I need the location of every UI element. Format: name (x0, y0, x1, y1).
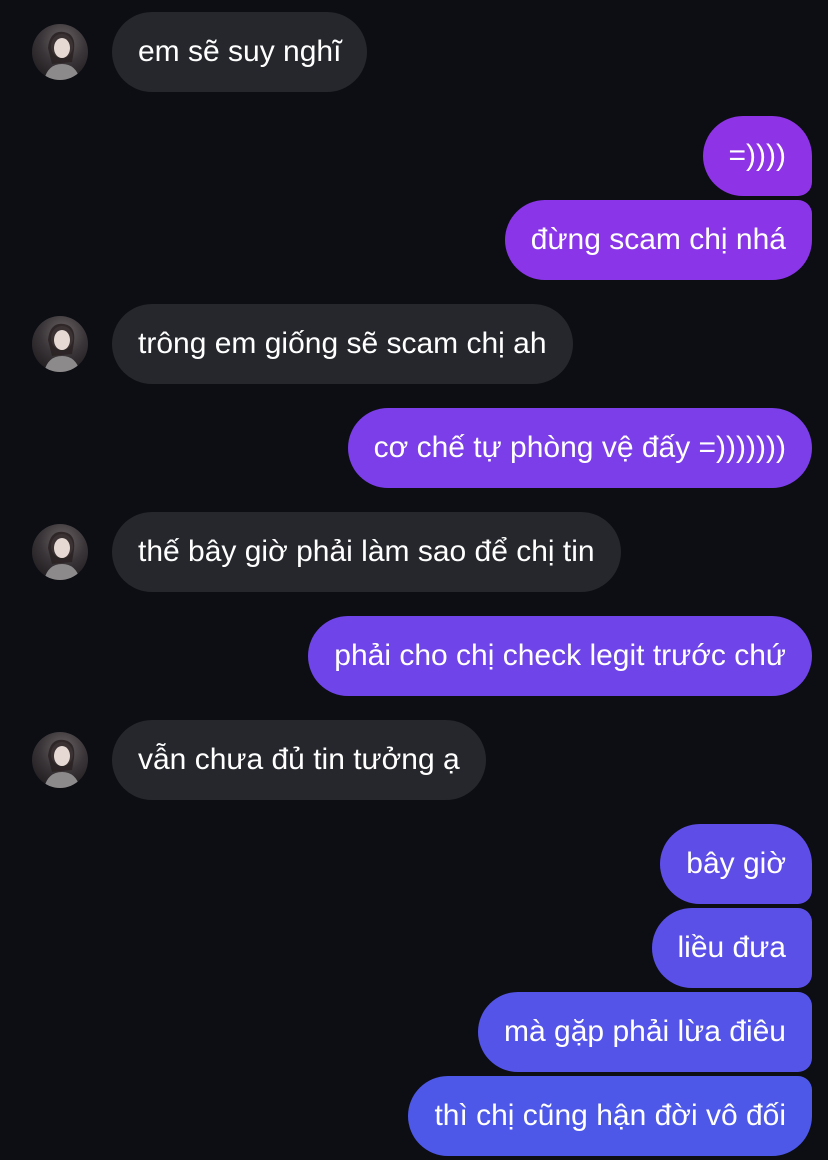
message-bubble-outgoing[interactable]: bây giờ (660, 824, 812, 904)
message-row-outgoing: thì chị cũng hận đời vô đối (0, 1076, 828, 1156)
message-row-outgoing: đừng scam chị nhá (0, 200, 828, 280)
avatar-icon (44, 323, 80, 372)
message-bubble-outgoing[interactable]: liều đưa (651, 908, 812, 988)
message-row-incoming: thế bây giờ phải làm sao để chị tin (0, 512, 828, 592)
message-bubble-outgoing[interactable]: đừng scam chị nhá (504, 200, 812, 280)
message-bubble-incoming[interactable]: vẫn chưa đủ tin tưởng ạ (112, 720, 486, 800)
message-row-outgoing: =)))) (0, 116, 828, 196)
avatar-icon (44, 31, 80, 80)
message-bubble-incoming[interactable]: em sẽ suy nghĩ (112, 12, 368, 92)
message-row-outgoing: bây giờ (0, 824, 828, 904)
contact-avatar[interactable] (32, 524, 88, 580)
message-row-incoming: vẫn chưa đủ tin tưởng ạ (0, 720, 828, 800)
message-row-outgoing: liều đưa (0, 908, 828, 988)
message-row-incoming: em sẽ suy nghĩ (0, 12, 828, 92)
message-row-incoming: trông em giống sẽ scam chị ah (0, 304, 828, 384)
message-bubble-outgoing[interactable]: phải cho chị check legit trước chứ (308, 616, 812, 696)
contact-avatar[interactable] (32, 24, 88, 80)
message-row-outgoing: mà gặp phải lừa điêu (0, 992, 828, 1072)
message-bubble-incoming[interactable]: thế bây giờ phải làm sao để chị tin (112, 512, 621, 592)
contact-avatar[interactable] (32, 316, 88, 372)
message-row-outgoing: cơ chế tự phòng vệ đấy =))))))) (0, 408, 828, 488)
chat-thread[interactable]: em sẽ suy nghĩ =)))) đừng scam chị nhá t… (0, 0, 828, 1160)
contact-avatar[interactable] (32, 732, 88, 788)
message-bubble-outgoing[interactable]: cơ chế tự phòng vệ đấy =))))))) (347, 408, 812, 488)
avatar-icon (44, 739, 80, 788)
message-row-outgoing: phải cho chị check legit trước chứ (0, 616, 828, 696)
message-bubble-outgoing[interactable]: thì chị cũng hận đời vô đối (408, 1076, 812, 1156)
message-bubble-outgoing[interactable]: mà gặp phải lừa điêu (478, 992, 812, 1072)
message-bubble-incoming[interactable]: trông em giống sẽ scam chị ah (112, 304, 573, 384)
message-bubble-outgoing[interactable]: =)))) (702, 116, 812, 196)
avatar-icon (44, 531, 80, 580)
